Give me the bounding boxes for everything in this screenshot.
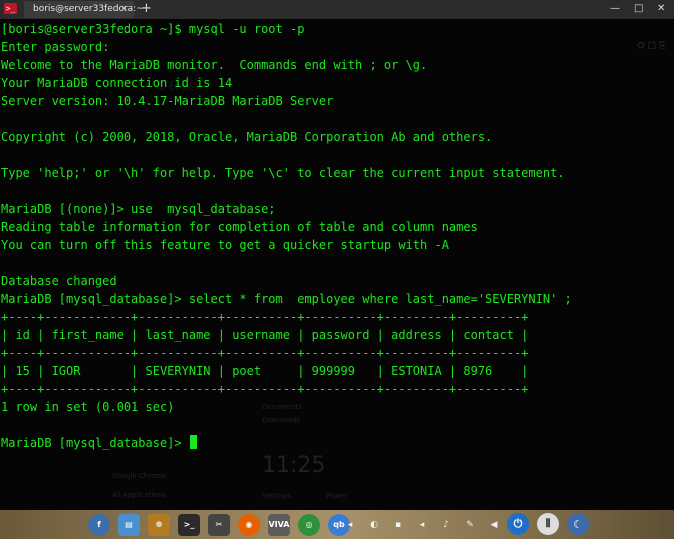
terminal-cursor [189, 435, 197, 449]
terminal-line: Type 'help;' or '\h' for help. Type '\c'… [1, 166, 565, 180]
tray-icon[interactable]: ▪ [392, 519, 404, 531]
terminal-lines: [boris@server33fedora ~]$ mysql -u root … [1, 20, 674, 452]
tab-close-icon[interactable]: × [120, 1, 128, 18]
terminal-line: MariaDB [mysql_database]> select * from … [1, 292, 572, 306]
tray-icon[interactable]: ◀ [488, 519, 500, 531]
terminal-line: MariaDB [mysql_database]> [1, 434, 674, 452]
tray-icon[interactable]: ◐ [368, 519, 380, 531]
power-icon[interactable]: ⏻ [507, 513, 529, 535]
background-ghost-label: Settings [262, 492, 291, 500]
close-window-button[interactable]: ✕ [657, 0, 665, 18]
terminal-line: 1 row in set (0.001 sec) [1, 400, 175, 414]
background-ghost-label: Power [326, 492, 348, 500]
fedora-launcher-icon[interactable]: f [88, 513, 110, 536]
terminal-icon[interactable]: >_ [178, 513, 200, 536]
tab-terminal-session[interactable]: boris@server33fedora:~ × [24, 1, 144, 18]
maximize-button[interactable]: □ [634, 0, 643, 18]
terminal-line: | id | first_name | last_name | username… [1, 328, 529, 342]
background-ghost-clock: 11:25 [262, 453, 326, 478]
terminal-line: | 15 | IGOR | SEVERYNIN | poet | 999999 … [1, 364, 529, 378]
terminal-line: Database changed [1, 274, 117, 288]
terminal-app-icon[interactable]: >_ [4, 3, 17, 14]
viva-icon[interactable]: VIVA [268, 513, 290, 536]
background-ghost-label: All Applications [112, 491, 166, 499]
terminal-line: Reading table information for completion… [1, 220, 478, 234]
system-tray: ◂ ◐ ▪ ◂ ♪ ✎ ◀ [338, 510, 506, 539]
tray-icon[interactable]: ◂ [344, 519, 356, 531]
firefox-icon[interactable]: ◉ [238, 513, 260, 536]
background-ghost-label: Google Chrome [112, 472, 167, 480]
terminal-line: You can turn off this feature to get a q… [1, 238, 449, 252]
minimize-button[interactable]: — [610, 0, 620, 18]
terminal-tab-bar: >_ boris@server33fedora:~ × + — □ ✕ [0, 0, 674, 20]
terminal-line: Your MariaDB connection id is 14 [1, 76, 233, 90]
tray-right-buttons: ⏻ ⦀ ☾ [503, 513, 593, 535]
mixer-icon[interactable]: ⦀ [537, 513, 559, 535]
new-tab-button[interactable]: + [141, 1, 152, 17]
terminal-line: Welcome to the MariaDB monitor. Commands… [1, 58, 428, 72]
terminal-line: Copyright (c) 2000, 2018, Oracle, MariaD… [1, 130, 493, 144]
terminal-line: [boris@server33fedora ~]$ mysql -u root … [1, 22, 305, 36]
taskbar: f ▤ ☸ >_ ✂ ◉ VIVA ◎ qb ◂ ◐ ▪ ◂ ♪ ✎ ◀ ⏻ ⦀ ☾ [0, 510, 674, 539]
terminal-line: Enter password: [1, 40, 110, 54]
terminal-line: MariaDB [(none)]> use mysql_database; [1, 202, 276, 216]
terminal-output-area[interactable]: red! 11:25 Settings Power Documents Down… [0, 19, 674, 510]
tray-icon[interactable]: ◂ [416, 519, 428, 531]
terminal-line: Server version: 10.4.17-MariaDB MariaDB … [1, 94, 334, 108]
weather-icon[interactable]: ☾ [567, 513, 589, 535]
terminal-line: +----+------------+-----------+---------… [1, 382, 529, 396]
terminal-line: +----+------------+-----------+---------… [1, 310, 529, 324]
chrome-icon[interactable]: ◎ [298, 513, 320, 536]
terminal-line: +----+------------+-----------+---------… [1, 346, 529, 360]
tray-icon[interactable]: ♪ [440, 519, 452, 531]
screenshot-icon[interactable]: ✂ [208, 513, 230, 536]
files-icon[interactable]: ▤ [118, 513, 140, 536]
helm-icon[interactable]: ☸ [148, 513, 170, 536]
tray-icon[interactable]: ✎ [464, 519, 476, 531]
taskbar-apps: f ▤ ☸ >_ ✂ ◉ VIVA ◎ qb [84, 513, 354, 536]
